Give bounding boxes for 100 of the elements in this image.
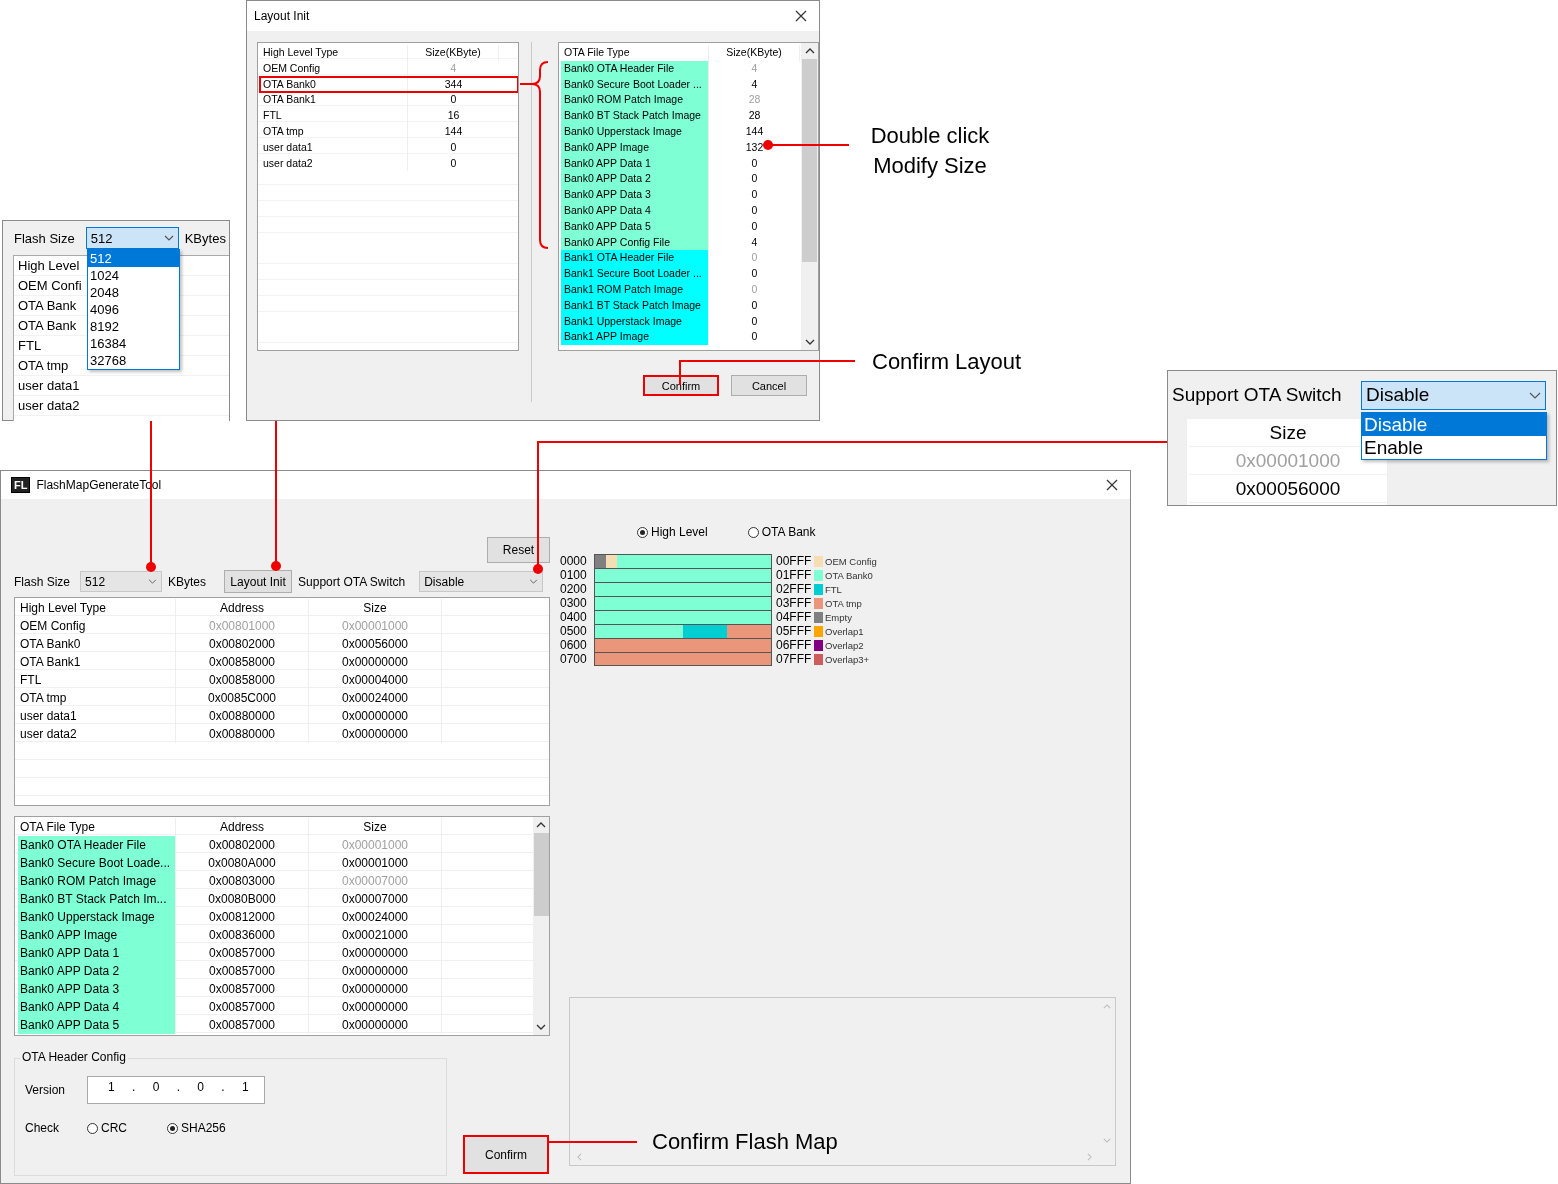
cancel-button[interactable]: Cancel	[731, 375, 807, 396]
table-cell-text: 0	[750, 187, 759, 203]
table-cell: 0x00000000	[309, 944, 442, 962]
table-cell: 0x00880000	[176, 707, 309, 725]
flash-size-dropdown[interactable]: 512	[85, 227, 179, 249]
column-header: Size	[309, 599, 442, 617]
table-cell: Bank0 APP Data 1	[18, 944, 176, 962]
table-row[interactable]: OTA tmp 144	[260, 124, 518, 140]
address-label: 03FFF	[775, 596, 813, 610]
close-icon[interactable]	[1106, 479, 1118, 491]
flash-size-dropdown[interactable]: 512	[80, 571, 163, 592]
dropdown-option[interactable]: 8192	[88, 318, 179, 335]
table-cell-text: 344	[443, 76, 464, 92]
scrollbar[interactable]	[533, 817, 549, 1035]
dropdown-option[interactable]: 1024	[88, 267, 179, 284]
table-cell: OTA Bank0	[260, 76, 408, 93]
table-row[interactable]: user data2 0	[260, 155, 518, 172]
flash-size-label: Flash Size	[14, 230, 75, 246]
table-row[interactable]: OTA Bank0 344	[260, 76, 518, 93]
table-cell: 0x00001000	[309, 617, 442, 635]
version-label: Version	[25, 1083, 67, 1097]
table-row[interactable]: OTA Bank1 0	[260, 92, 518, 109]
table-cell: OEM Config	[18, 617, 176, 635]
table-cell-text: 0	[449, 155, 458, 171]
table-cell: 0x00000000	[309, 998, 442, 1016]
column-header: Size	[309, 818, 442, 836]
table-cell: 0x00000000	[309, 653, 442, 671]
table-cell: OTA Bank	[18, 318, 77, 333]
flash-size-label: Flash Size	[14, 574, 71, 589]
chevron-up-icon	[804, 48, 815, 54]
confirm-button[interactable]: Confirm	[463, 1135, 549, 1174]
dropdown-option[interactable]: 512	[88, 250, 179, 267]
layout-init-button[interactable]: Layout Init	[224, 570, 293, 593]
table-cell: 0x00000000	[309, 725, 442, 743]
table-cell: Bank0 BT Stack Patch Image	[561, 108, 709, 124]
table-cell: Bank0 OTA Header File	[561, 60, 709, 77]
dropdown-option[interactable]: 2048	[88, 284, 179, 301]
legend-label: OTA tmp	[825, 597, 862, 609]
table-row[interactable]: FTL 16	[260, 108, 518, 124]
table-row[interactable]: user data1 0	[260, 139, 518, 156]
address-label: 0000	[560, 554, 588, 568]
legend-label: Empty	[825, 611, 852, 623]
version-field[interactable]: 1 . 0 . 0 . 1	[87, 1076, 265, 1104]
radio-option[interactable]: High Level	[637, 524, 708, 540]
dropdown-option[interactable]: 4096	[88, 301, 179, 318]
table-cell: 0x0085C000	[176, 689, 309, 707]
address-label: 0700	[560, 652, 588, 666]
column-header: Address	[176, 599, 309, 617]
table-cell-text: 0	[750, 266, 759, 282]
radio-option[interactable]: OTA Bank	[747, 524, 816, 540]
table-cell: Bank1 Secure Boot Loader ...	[561, 266, 709, 282]
table-cell: OTA tmp	[260, 124, 408, 140]
table-cell: 0x00857000	[176, 944, 309, 962]
dropdown-option[interactable]: 32768	[88, 352, 179, 369]
dropdown-option[interactable]: Disable	[1362, 413, 1546, 436]
table-cell-text: 4	[750, 234, 759, 250]
address-label: 06FFF	[775, 638, 813, 652]
table-cell: user data2	[18, 725, 176, 743]
address-label: 0100	[560, 568, 588, 582]
table-cell: OEM Confi	[18, 278, 82, 293]
ota-switch-dropdown[interactable]: Disable	[1361, 380, 1546, 410]
table-cell: 0x00000000	[309, 707, 442, 725]
table-cell: 0x0080A000	[176, 854, 309, 872]
dropdown-option[interactable]: Enable	[1362, 436, 1546, 459]
table-cell: 0x00812000	[176, 908, 309, 926]
table-cell: 0x00858000	[176, 653, 309, 671]
scroll-thumb[interactable]	[533, 833, 549, 916]
table-cell: OTA Bank0	[18, 635, 176, 653]
column-header: Size(KByte)	[408, 45, 499, 61]
table-cell: Bank0 APP Image	[18, 926, 176, 944]
table-cell: 0x00000000	[309, 962, 442, 980]
address-label: 05FFF	[775, 624, 813, 638]
table-cell: FTL	[18, 671, 176, 689]
radio-option[interactable]: CRC	[87, 1121, 127, 1135]
table-cell: 0x00056000	[309, 635, 442, 653]
table-cell: 0x00000000	[309, 1016, 442, 1034]
scroll-thumb[interactable]	[802, 59, 817, 262]
table-cell: Bank0 APP Data 5	[18, 1016, 176, 1034]
table-cell: Bank0 APP Data 3	[18, 980, 176, 998]
table-cell: 0x00880000	[176, 725, 309, 743]
table-cell: 0x00857000	[176, 980, 309, 998]
radio-option[interactable]: SHA256	[167, 1121, 226, 1135]
table-cell: 0x00001000	[309, 854, 442, 872]
column-header: Size(KByte)	[709, 45, 800, 61]
table-cell: user data1	[18, 707, 176, 725]
close-icon[interactable]	[795, 10, 807, 22]
ota-switch-dropdown[interactable]: Disable	[419, 571, 544, 592]
table-cell: 0x00802000	[176, 836, 309, 854]
legend-label: FTL	[825, 583, 842, 595]
output-text-area[interactable]	[569, 997, 1116, 1166]
scrollbar[interactable]	[801, 43, 818, 350]
table-cell: 0x00007000	[309, 872, 442, 890]
table-cell: Bank0 BT Stack Patch Im...	[18, 890, 176, 908]
dropdown-option[interactable]: 16384	[88, 335, 179, 352]
chevron-down-icon	[163, 235, 174, 241]
table-cell: Bank0 APP Data 2	[18, 962, 176, 980]
confirm-button[interactable]: Confirm	[643, 375, 719, 396]
reset-button[interactable]: Reset	[487, 537, 550, 563]
column-header: High Level Type	[260, 45, 408, 61]
app-logo: FL	[11, 477, 31, 493]
